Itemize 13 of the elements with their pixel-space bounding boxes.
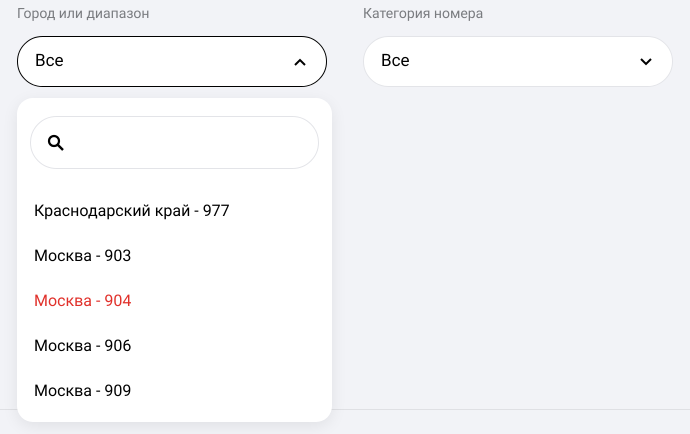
chevron-icon [294, 58, 306, 66]
select-field[interactable]: Все [17, 36, 327, 87]
field-label: Город или диапазон [17, 5, 150, 23]
chevron-icon [640, 58, 652, 66]
dropdown-option[interactable]: Москва - 904 [34, 288, 132, 312]
search-field[interactable] [30, 116, 319, 169]
dropdown-option[interactable]: Москва - 903 [34, 244, 132, 268]
dropdown-option[interactable]: Москва - 909 [34, 378, 132, 402]
search-icon [47, 134, 65, 152]
select-field[interactable]: Все [363, 36, 673, 87]
field-label: Категория номера [363, 5, 484, 23]
dropdown-option[interactable]: Краснодарский край - 977 [34, 198, 230, 222]
dropdown-option[interactable]: Москва - 906 [34, 334, 132, 358]
